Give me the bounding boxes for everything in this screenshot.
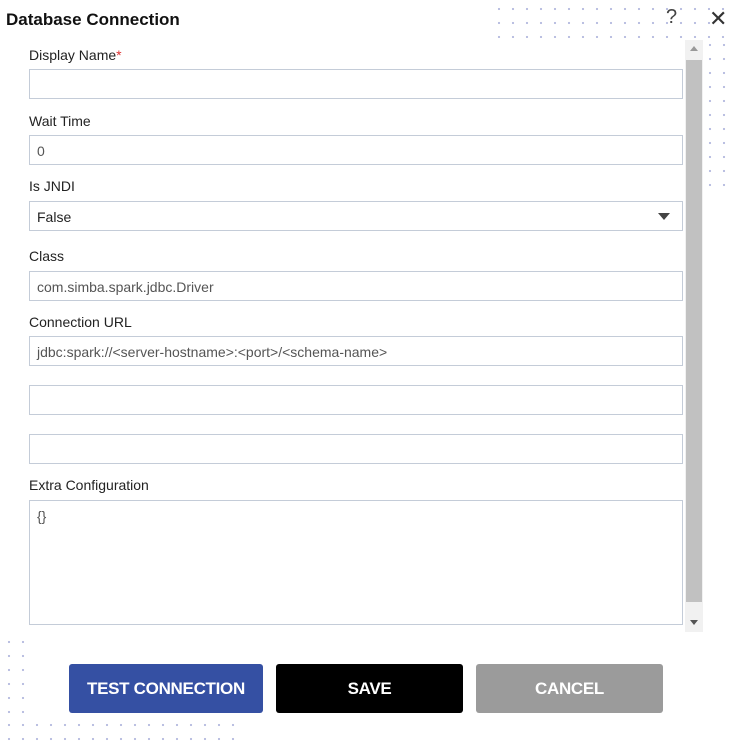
chevron-down-icon (658, 213, 670, 220)
scroll-up-icon[interactable] (690, 46, 698, 51)
form-panel: Display Name* Wait Time 0 Is JNDI False … (0, 40, 685, 632)
wait-time-input[interactable]: 0 (29, 135, 683, 165)
test-connection-button[interactable]: TEST CONNECTION (69, 664, 263, 713)
is-jndi-select[interactable]: False (29, 201, 683, 231)
display-name-label: Display Name* (29, 47, 122, 63)
extra-configuration-label: Extra Configuration (29, 477, 149, 493)
connection-url-input[interactable]: jdbc:spark://<server-hostname>:<port>/<s… (29, 336, 683, 366)
decor-dots-right (703, 38, 733, 188)
username-input[interactable] (29, 385, 683, 415)
password-input[interactable] (29, 434, 683, 464)
is-jndi-label: Is JNDI (29, 178, 75, 194)
class-input[interactable]: com.simba.spark.jdbc.Driver (29, 271, 683, 301)
connection-url-label: Connection URL (29, 314, 132, 330)
scrollbar[interactable] (685, 40, 703, 632)
scroll-down-icon[interactable] (690, 620, 698, 625)
scrollbar-thumb[interactable] (686, 60, 702, 602)
close-icon[interactable]: ✕ (709, 6, 727, 32)
is-jndi-value: False (37, 209, 72, 225)
decor-dots-bottom (2, 718, 240, 741)
dialog-title: Database Connection (6, 10, 180, 29)
class-label: Class (29, 248, 65, 264)
cancel-button[interactable]: CANCEL (476, 664, 663, 713)
help-icon[interactable]: ? (666, 6, 677, 29)
wait-time-label: Wait Time (29, 113, 91, 129)
extra-configuration-textarea[interactable]: {} (29, 500, 683, 625)
display-name-input[interactable] (29, 69, 683, 99)
save-button[interactable]: SAVE (276, 664, 463, 713)
decor-dots-top (492, 2, 733, 38)
